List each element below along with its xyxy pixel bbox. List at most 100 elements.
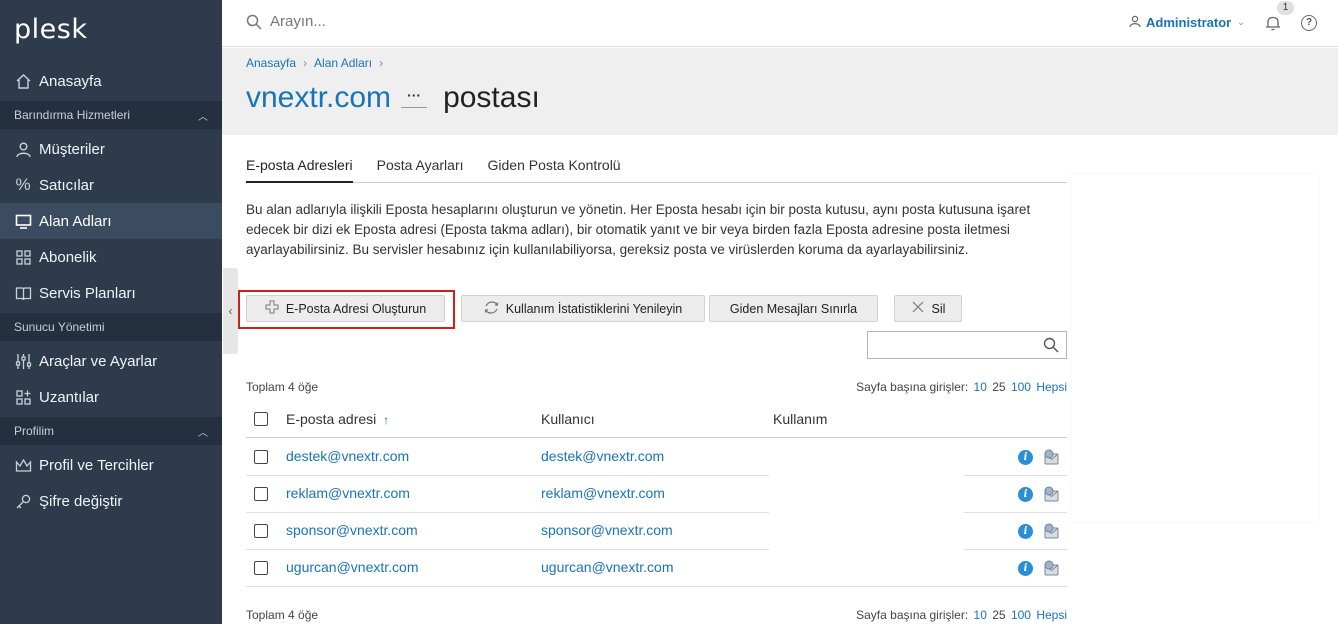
per-page-selector: Sayfa başına girişler: 10 25 100 Hepsi — [856, 380, 1067, 394]
chevron-right-icon: › — [379, 56, 384, 70]
mail-tabs: E-posta Adresleri Posta Ayarları Giden P… — [246, 157, 1067, 183]
global-search[interactable]: Arayın... — [246, 13, 326, 30]
column-usage[interactable]: Kullanım — [773, 411, 827, 427]
per-page-all[interactable]: Hepsi — [1036, 608, 1067, 622]
list-search-field[interactable] — [867, 331, 1067, 359]
sidebar-item-password[interactable]: Şifre değiştir — [0, 483, 222, 519]
sidebar-item-label: Anasayfa — [39, 72, 102, 90]
webmail-icon[interactable] — [1043, 449, 1060, 466]
domain-more-button[interactable]: ··· — [401, 88, 428, 108]
user-icon — [1129, 15, 1141, 30]
home-icon — [14, 72, 32, 90]
sidebar-section-server[interactable]: Sunucu Yönetimi — [0, 313, 222, 341]
sliders-icon — [14, 352, 32, 370]
sidebar-item-extensions[interactable]: Uzantılar — [0, 379, 222, 415]
webmail-icon[interactable] — [1043, 523, 1060, 540]
sidebar-collapse-button[interactable]: ‹ — [223, 268, 238, 354]
sidebar-item-profile[interactable]: Profil ve Tercihler — [0, 447, 222, 483]
refresh-stats-button[interactable]: Kullanım İstatistiklerini Yenileyin — [461, 295, 705, 322]
extensions-icon — [14, 388, 32, 406]
sidebar-item-home[interactable]: Anasayfa — [0, 63, 222, 99]
info-icon[interactable]: i — [1018, 487, 1033, 502]
sidebar-item-customers[interactable]: Müşteriler — [0, 131, 222, 167]
search-icon[interactable] — [1043, 337, 1059, 353]
user-link[interactable]: ugurcan@vnextr.com — [541, 559, 674, 575]
user-menu[interactable]: Administrator ⌄ — [1129, 15, 1245, 30]
user-link[interactable]: reklam@vnextr.com — [541, 485, 665, 501]
chevron-down-icon: ⌄ — [1237, 17, 1245, 27]
search-placeholder: Arayın... — [270, 13, 326, 30]
per-page-all[interactable]: Hepsi — [1036, 380, 1067, 394]
per-page-label: Sayfa başına girişler: — [856, 608, 969, 622]
user-link[interactable]: destek@vnextr.com — [541, 448, 664, 464]
button-label: Kullanım İstatistiklerini Yenileyin — [505, 301, 683, 316]
button-label: Giden Mesajları Sınırla — [729, 301, 858, 316]
create-email-button[interactable]: E-Posta Adresi Oluşturun — [246, 295, 445, 322]
info-icon[interactable]: i — [1018, 561, 1033, 576]
sidebar-section-profile[interactable]: Profilim ︿ — [0, 417, 222, 445]
email-link[interactable]: reklam@vnextr.com — [286, 485, 410, 501]
book-icon — [14, 284, 32, 302]
plus-icon — [265, 300, 279, 317]
limit-outgoing-button[interactable]: Giden Mesajları Sınırla — [709, 295, 878, 322]
select-all-checkbox[interactable] — [254, 412, 268, 426]
row-checkbox[interactable] — [254, 524, 268, 538]
breadcrumb: Anasayfa › Alan Adları › — [246, 56, 390, 70]
per-page-25[interactable]: 25 — [992, 380, 1005, 394]
row-checkbox[interactable] — [254, 487, 268, 501]
help-icon[interactable]: ? — [1301, 15, 1317, 31]
user-name: Administrator — [1146, 15, 1232, 30]
row-checkbox[interactable] — [254, 450, 268, 464]
plesk-logo[interactable]: plesk — [14, 14, 87, 45]
sidebar-section-hosting[interactable]: Barındırma Hizmetleri ︿ — [0, 101, 222, 129]
top-bar: Arayın... Administrator ⌄ 1 ? — [222, 0, 1338, 47]
webmail-icon[interactable] — [1043, 486, 1060, 503]
tab-outgoing-mail-control[interactable]: Giden Posta Kontrolü — [488, 157, 621, 183]
per-page-10[interactable]: 10 — [974, 608, 987, 622]
sidebar-item-label: Profil ve Tercihler — [39, 456, 154, 474]
refresh-icon — [484, 300, 499, 318]
column-user[interactable]: Kullanıcı — [541, 411, 595, 427]
column-email[interactable]: E-posta adresi ↑ — [286, 411, 389, 427]
email-link[interactable]: destek@vnextr.com — [286, 448, 409, 464]
sidebar-item-label: Abonelik — [39, 248, 97, 266]
blank-panel — [1072, 174, 1319, 522]
total-count-bottom: Toplam 4 öğe — [246, 608, 319, 622]
per-page-label: Sayfa başına girişler: — [856, 380, 969, 394]
breadcrumb-home[interactable]: Anasayfa — [246, 56, 296, 70]
notifications-icon[interactable] — [1264, 14, 1282, 32]
sidebar-item-label: Alan Adları — [39, 212, 112, 230]
sidebar-section-label: Sunucu Yönetimi — [14, 320, 105, 334]
sidebar-item-service-plans[interactable]: Servis Planları — [0, 275, 222, 311]
user-link[interactable]: sponsor@vnextr.com — [541, 522, 673, 538]
info-icon[interactable]: i — [1018, 524, 1033, 539]
user-icon — [14, 140, 32, 158]
per-page-10[interactable]: 10 — [974, 380, 987, 394]
tab-mail-settings[interactable]: Posta Ayarları — [377, 157, 464, 183]
sidebar-item-label: Müşteriler — [39, 140, 105, 158]
button-label: E-Posta Adresi Oluşturun — [285, 301, 427, 316]
sidebar-item-tools[interactable]: Araçlar ve Ayarlar — [0, 343, 222, 379]
per-page-100[interactable]: 100 — [1011, 608, 1031, 622]
page-title-suffix: postası — [443, 81, 540, 114]
email-link[interactable]: sponsor@vnextr.com — [286, 522, 418, 538]
sidebar-item-domains[interactable]: Alan Adları — [0, 203, 222, 239]
chevron-up-icon: ︿ — [198, 427, 208, 439]
sidebar-item-resellers[interactable]: % Satıcılar — [0, 167, 222, 203]
page-title-domain[interactable]: vnextr.com — [246, 81, 391, 115]
crown-icon — [14, 456, 32, 474]
delete-button[interactable]: Sil — [894, 295, 962, 322]
sidebar-item-subscriptions[interactable]: Abonelik — [0, 239, 222, 275]
tab-email-addresses[interactable]: E-posta Adresleri — [246, 157, 353, 183]
per-page-25[interactable]: 25 — [992, 608, 1005, 622]
row-checkbox[interactable] — [254, 561, 268, 575]
list-search-input[interactable] — [868, 332, 1038, 358]
email-link[interactable]: ugurcan@vnextr.com — [286, 559, 419, 575]
webmail-icon[interactable] — [1043, 560, 1060, 577]
sidebar-item-label: Araçlar ve Ayarlar — [39, 352, 158, 370]
per-page-100[interactable]: 100 — [1011, 380, 1031, 394]
breadcrumb-domains[interactable]: Alan Adları — [314, 56, 372, 70]
notification-badge: 1 — [1277, 1, 1294, 15]
info-icon[interactable]: i — [1018, 450, 1033, 465]
blank-panel-top — [1218, 149, 1331, 177]
